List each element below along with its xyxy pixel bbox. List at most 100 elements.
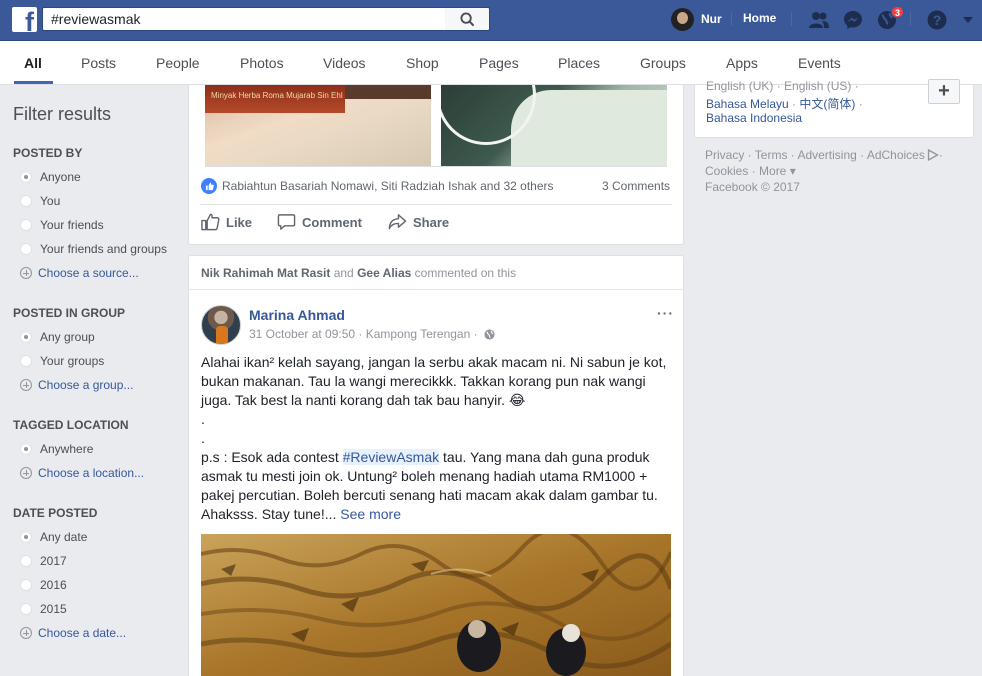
notification-count-badge: 3 bbox=[891, 6, 905, 18]
tab-photos[interactable]: Photos bbox=[240, 55, 284, 71]
home-link[interactable]: Home bbox=[743, 11, 776, 25]
comment-icon bbox=[277, 214, 296, 230]
search-box[interactable] bbox=[42, 7, 446, 31]
tab-videos[interactable]: Videos bbox=[323, 55, 366, 71]
post-photo[interactable]: Minyak Herba Roma Mujarab Sin Ehl bbox=[205, 85, 431, 166]
tab-all[interactable]: All bbox=[24, 55, 42, 71]
tab-groups[interactable]: Groups bbox=[640, 55, 686, 71]
plus-circle-icon bbox=[20, 627, 32, 639]
post-body: Alahai ikan² kelah sayang, jangan la ser… bbox=[201, 353, 673, 524]
public-globe-icon[interactable] bbox=[484, 328, 495, 340]
filter-option-your-friends[interactable]: Your friends bbox=[20, 218, 104, 232]
tab-people[interactable]: People bbox=[156, 55, 200, 71]
post-paragraph: p.s : Esok ada contest #ReviewAsmak tau.… bbox=[201, 449, 658, 522]
date-posted-heading: DATE POSTED bbox=[13, 506, 98, 520]
language-link-english[interactable]: English (UK) · English (US) · bbox=[706, 79, 859, 93]
tab-places[interactable]: Places bbox=[558, 55, 600, 71]
adchoices-icon[interactable] bbox=[927, 149, 939, 161]
language-links: English (UK) · English (US) · bbox=[706, 79, 859, 93]
post-meta: 31 October at 09:50 · Kampong Terengan · bbox=[249, 327, 495, 341]
tab-posts[interactable]: Posts bbox=[81, 55, 116, 71]
divider bbox=[791, 12, 792, 26]
reactions-names: Rabiahtun Basariah Nomawi, Siti Radziah … bbox=[222, 179, 554, 193]
search-button[interactable] bbox=[445, 7, 490, 31]
radio[interactable] bbox=[20, 355, 32, 367]
radio-selected[interactable] bbox=[20, 171, 32, 183]
profile-name: Nur bbox=[701, 12, 722, 26]
story-header: Nik Rahimah Mat Rasit and Gee Alias comm… bbox=[201, 266, 517, 280]
see-more-link[interactable]: See more bbox=[340, 506, 401, 522]
comment-button[interactable]: Comment bbox=[277, 213, 362, 231]
choose-group-link[interactable]: Choose a group... bbox=[20, 378, 133, 392]
top-navigation-bar: f Nur Home 3 ? bbox=[0, 0, 982, 41]
radio[interactable] bbox=[20, 579, 32, 591]
radio[interactable] bbox=[20, 219, 32, 231]
radio-selected[interactable] bbox=[20, 531, 32, 543]
copyright: Facebook © 2017 bbox=[705, 180, 800, 194]
radio[interactable] bbox=[20, 603, 32, 615]
filter-option-2016[interactable]: 2016 bbox=[20, 578, 67, 592]
post-photo[interactable] bbox=[441, 85, 667, 166]
author-avatar[interactable] bbox=[201, 305, 241, 345]
footer-links-row[interactable]: Privacy · Terms · Advertising · AdChoice… bbox=[705, 148, 925, 162]
help-icon[interactable]: ? bbox=[925, 8, 949, 32]
story-actor-link[interactable]: Gee Alias bbox=[357, 266, 411, 280]
search-icon bbox=[459, 11, 474, 26]
hashtag-link[interactable]: #ReviewAsmak bbox=[342, 449, 440, 465]
post-paragraph: . bbox=[201, 411, 205, 427]
filter-option-anyone[interactable]: Anyone bbox=[20, 170, 81, 184]
filter-results-heading: Filter results bbox=[13, 104, 112, 124]
filter-option-you[interactable]: You bbox=[20, 194, 60, 208]
more-languages-plus-button[interactable]: + bbox=[928, 79, 960, 104]
radio-selected[interactable] bbox=[20, 331, 32, 343]
tagged-location-heading: TAGGED LOCATION bbox=[13, 418, 129, 432]
filter-option-any-date[interactable]: Any date bbox=[20, 530, 87, 544]
footer-links: Privacy · Terms · Advertising · AdChoice… bbox=[705, 148, 943, 162]
account-menu-chevron-down-icon[interactable] bbox=[956, 8, 980, 32]
filter-option-2015[interactable]: 2015 bbox=[20, 602, 67, 616]
filter-option-any-group[interactable]: Any group bbox=[20, 330, 95, 344]
facebook-logo-icon[interactable]: f bbox=[12, 7, 37, 32]
search-input[interactable] bbox=[43, 8, 445, 30]
language-link-chinese[interactable]: 中文(简体) bbox=[799, 97, 855, 111]
like-button[interactable]: Like bbox=[201, 213, 252, 231]
language-link-bahasa-indonesia[interactable]: Bahasa Indonesia bbox=[706, 111, 802, 125]
divider bbox=[205, 166, 667, 167]
filter-option-your-groups[interactable]: Your groups bbox=[20, 354, 104, 368]
language-link-bahasa-melayu[interactable]: Bahasa Melayu bbox=[706, 97, 789, 111]
share-button[interactable]: Share bbox=[388, 213, 449, 231]
filter-option-friends-and-groups[interactable]: Your friends and groups bbox=[20, 242, 167, 256]
radio-selected[interactable] bbox=[20, 443, 32, 455]
river-fish-photo bbox=[201, 534, 671, 676]
post-paragraph: . bbox=[201, 430, 205, 446]
friend-requests-icon[interactable] bbox=[807, 8, 831, 32]
messenger-icon[interactable] bbox=[841, 8, 865, 32]
reactions-summary[interactable]: Rabiahtun Basariah Nomawi, Siti Radziah … bbox=[201, 178, 554, 194]
story-actor-link[interactable]: Nik Rahimah Mat Rasit bbox=[201, 266, 330, 280]
post-options-more-icon[interactable]: ··· bbox=[657, 305, 674, 321]
avatar bbox=[671, 7, 694, 31]
filter-option-2017[interactable]: 2017 bbox=[20, 554, 67, 568]
tab-apps[interactable]: Apps bbox=[726, 55, 758, 71]
language-links: Bahasa Melayu · 中文(简体) · bbox=[706, 97, 863, 111]
post-photo[interactable] bbox=[201, 534, 671, 676]
profile-link[interactable]: Nur bbox=[671, 7, 722, 31]
tab-events[interactable]: Events bbox=[798, 55, 841, 71]
tab-shop[interactable]: Shop bbox=[406, 55, 439, 71]
choose-date-link[interactable]: Choose a date... bbox=[20, 626, 126, 640]
choose-source-link[interactable]: Choose a source... bbox=[20, 266, 139, 280]
post-timestamp-location[interactable]: 31 October at 09:50 · Kampong Terengan · bbox=[249, 327, 478, 341]
radio[interactable] bbox=[20, 243, 32, 255]
tab-pages[interactable]: Pages bbox=[479, 55, 519, 71]
divider bbox=[910, 12, 911, 26]
radio[interactable] bbox=[20, 555, 32, 567]
choose-location-link[interactable]: Choose a location... bbox=[20, 466, 144, 480]
footer-links-row[interactable]: Cookies · More ▾ bbox=[705, 164, 796, 178]
post-author-name[interactable]: Marina Ahmad bbox=[249, 307, 345, 323]
posted-in-group-heading: POSTED IN GROUP bbox=[13, 306, 126, 320]
radio[interactable] bbox=[20, 195, 32, 207]
comments-count-link[interactable]: 3 Comments bbox=[602, 179, 670, 193]
svg-text:?: ? bbox=[933, 12, 942, 28]
filter-option-anywhere[interactable]: Anywhere bbox=[20, 442, 93, 456]
plus-circle-icon bbox=[20, 467, 32, 479]
